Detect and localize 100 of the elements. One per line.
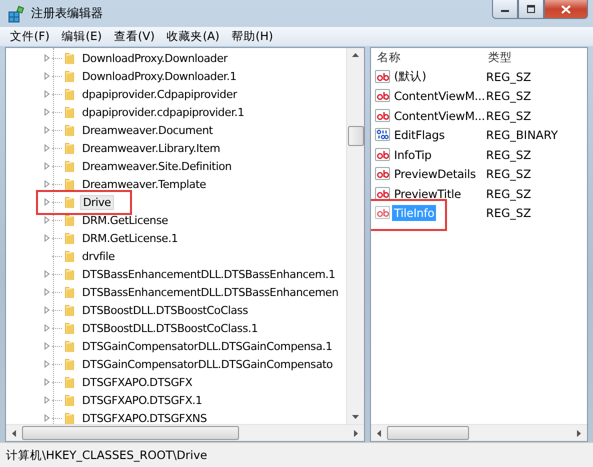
string-value-icon — [375, 206, 391, 220]
expand-arrow-icon[interactable] — [44, 72, 50, 80]
folder-icon — [62, 411, 76, 424]
expand-arrow-icon[interactable] — [44, 360, 50, 368]
expand-arrow-icon[interactable] — [44, 378, 50, 386]
expand-arrow-icon[interactable] — [44, 396, 50, 404]
menu-item[interactable]: 收藏夹(A) — [160, 29, 226, 44]
expand-arrow-icon[interactable] — [44, 414, 50, 422]
string-value-icon — [375, 89, 391, 104]
value-type: REG_SZ — [486, 70, 532, 84]
value-name[interactable]: ContentViewM... — [392, 108, 487, 124]
tree-item[interactable]: dpapiprovider.cdpapiprovider.1 — [80, 104, 246, 120]
tree-item[interactable]: Dreamweaver.Document — [80, 122, 215, 138]
tree-item[interactable]: DTSBassEnhancementDLL.DTSBassEnhancem.1 — [80, 266, 338, 282]
folder-icon — [62, 123, 76, 137]
scroll-left-icon[interactable] — [12, 430, 16, 436]
scroll-left-icon[interactable] — [377, 430, 381, 436]
value-name[interactable]: InfoTip — [392, 146, 434, 163]
expand-arrow-icon[interactable] — [44, 162, 50, 170]
horizontal-scrollbar[interactable] — [6, 424, 364, 441]
tree-item[interactable]: DownloadProxy.Downloader.1 — [80, 68, 238, 84]
expand-arrow-icon[interactable] — [44, 234, 50, 242]
expand-arrow-icon[interactable] — [44, 306, 50, 314]
folder-icon — [62, 339, 76, 353]
registry-icon — [8, 4, 26, 22]
scroll-thumb[interactable] — [22, 426, 239, 440]
tree-item[interactable]: Dreamweaver.Template — [80, 176, 208, 192]
maximize-icon — [526, 5, 536, 13]
tree-item[interactable]: DTSGFXAPO.DTSGFX — [80, 374, 194, 390]
scroll-right-icon[interactable] — [354, 430, 358, 436]
scroll-down-icon[interactable] — [352, 415, 359, 419]
menu-item[interactable]: 编辑(E) — [56, 29, 108, 44]
menu-item[interactable]: 文件(F) — [4, 29, 56, 44]
scroll-thumb[interactable] — [348, 126, 364, 146]
column-header[interactable]: 名称 — [375, 50, 488, 65]
expand-arrow-icon[interactable] — [44, 270, 50, 278]
tree-item[interactable]: Dreamweaver.Library.Item — [80, 140, 222, 156]
expand-arrow-icon[interactable] — [44, 342, 50, 350]
tree-item[interactable]: DTSGFXAPO.DTSGFX.1 — [80, 392, 204, 408]
tree-item[interactable]: DTSBassEnhancementDLL.DTSBassEnhancemen — [80, 284, 340, 300]
value-type: REG_SZ — [486, 89, 532, 104]
expand-arrow-icon[interactable] — [44, 324, 50, 332]
tree-item[interactable]: DownloadProxy.Downloader — [80, 50, 230, 66]
window-title: 注册表编辑器 — [31, 5, 103, 22]
folder-icon — [62, 357, 76, 371]
menu-item[interactable]: 帮助(H) — [226, 29, 280, 44]
value-name[interactable]: ContentViewM... — [392, 88, 487, 104]
scroll-thumb[interactable] — [387, 426, 469, 440]
folder-icon — [62, 69, 76, 83]
folder-icon — [62, 213, 76, 227]
value-type: REG_BINARY — [486, 128, 558, 142]
minimize-button[interactable] — [492, 0, 518, 19]
tree-item[interactable]: DRM.GetLicense.1 — [80, 230, 180, 246]
status-text: 计算机\HKEY_CLASSES_ROOT\Drive — [6, 448, 208, 462]
scroll-up-icon[interactable] — [352, 53, 359, 57]
scroll-right-icon[interactable] — [577, 430, 581, 436]
string-value-icon — [375, 70, 391, 84]
folder-icon — [62, 303, 76, 317]
menu-item[interactable]: 查看(V) — [108, 29, 161, 44]
folder-icon — [62, 249, 76, 263]
folder-icon — [62, 105, 76, 119]
vertical-scrollbar[interactable] — [346, 48, 364, 424]
column-header[interactable]: 类型 — [488, 50, 512, 65]
value-name[interactable]: PreviewTitle — [392, 186, 464, 202]
expand-arrow-icon[interactable] — [44, 216, 50, 224]
horizontal-scrollbar[interactable] — [371, 424, 587, 441]
expand-arrow-icon[interactable] — [44, 108, 50, 116]
expand-arrow-icon[interactable] — [44, 90, 50, 98]
expand-arrow-icon[interactable] — [44, 144, 50, 152]
expand-arrow-icon[interactable] — [44, 54, 50, 62]
tree-item[interactable]: DTSBoostDLL.DTSBoostCoClass.1 — [80, 320, 260, 336]
expand-arrow-icon[interactable] — [44, 198, 50, 206]
tree-item[interactable]: DTSGainCompensatorDLL.DTSGainCompensa.1 — [80, 338, 334, 354]
tree-item[interactable]: drvfile — [80, 248, 117, 264]
tree-item[interactable]: DTSGFXAPO.DTSGFXNS — [80, 410, 209, 424]
binary-value-icon — [375, 128, 391, 142]
string-value-icon — [375, 148, 391, 162]
value-name[interactable]: EditFlags — [392, 127, 447, 144]
folder-icon — [62, 177, 76, 191]
tree-item[interactable]: DRM.GetLicense — [80, 212, 170, 228]
value-type: REG_SZ — [486, 167, 532, 182]
folder-icon — [62, 267, 76, 281]
tree-item[interactable]: dpapiprovider.Cdpapiprovider — [80, 86, 239, 102]
folder-icon — [62, 375, 76, 389]
folder-icon — [62, 231, 76, 245]
expand-arrow-icon[interactable] — [44, 126, 50, 134]
folder-icon — [62, 195, 76, 209]
close-button[interactable] — [544, 0, 588, 19]
tree-item[interactable]: DTSBoostDLL.DTSBoostCoClass — [80, 302, 250, 318]
expand-arrow-icon[interactable] — [44, 288, 50, 296]
folder-icon — [62, 393, 76, 407]
expand-arrow-icon[interactable] — [44, 180, 50, 188]
value-type: REG_SZ — [486, 186, 532, 201]
value-name[interactable]: (默认) — [392, 68, 428, 86]
folder-icon — [62, 51, 76, 65]
maximize-button[interactable] — [518, 0, 544, 19]
tree-item[interactable]: Drive — [80, 194, 114, 210]
tree-item[interactable]: DTSGainCompensatorDLL.DTSGainCompensato — [80, 356, 335, 372]
tree-item[interactable]: Dreamweaver.Site.Definition — [80, 158, 234, 174]
value-name[interactable]: PreviewDetails — [392, 166, 478, 182]
